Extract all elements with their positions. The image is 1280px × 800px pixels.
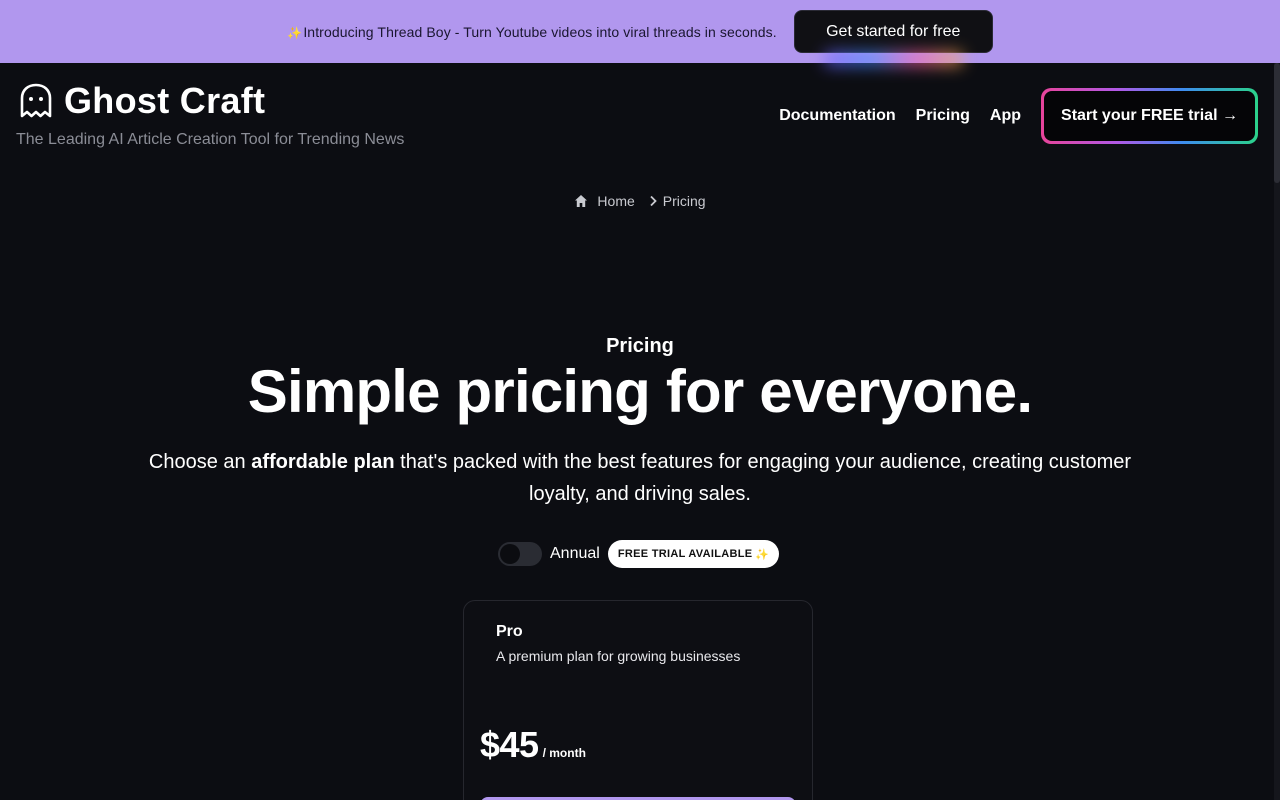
subtitle-post: that's packed with the best features for… (394, 451, 1132, 505)
page-subtitle: Choose an affordable plan that's packed … (140, 446, 1140, 510)
tagline: The Leading AI Article Creation Tool for… (16, 131, 405, 148)
annual-label: Annual (550, 545, 600, 562)
main-nav: Documentation Pricing App Start your FRE… (779, 88, 1258, 144)
home-icon (575, 195, 588, 207)
price-amount: $45 (480, 724, 539, 765)
ghost-icon (20, 83, 52, 118)
page-scrollbar[interactable] (1274, 63, 1280, 800)
sparkle-icon: ✨ (755, 548, 770, 561)
price-period: / month (542, 746, 586, 760)
nav-documentation[interactable]: Documentation (779, 107, 895, 125)
nav-pricing[interactable]: Pricing (916, 107, 970, 125)
chevron-right-icon (650, 195, 657, 207)
billing-toggle-row: Annual FREE TRIAL AVAILABLE ✨ (498, 540, 780, 568)
plan-name: Pro (496, 623, 523, 640)
free-trial-badge: FREE TRIAL AVAILABLE ✨ (607, 540, 780, 568)
start-free-trial-button[interactable]: Start your FREE trial → (1041, 88, 1258, 144)
toggle-knob (500, 544, 520, 564)
plan-description: A premium plan for growing businesses (496, 648, 741, 664)
announcement-banner: ✨Introducing Thread Boy - Turn Youtube v… (0, 0, 1280, 66)
start-free-trial-label: Start your FREE trial → (1044, 91, 1255, 141)
breadcrumb: Home Pricing (0, 193, 1280, 209)
subtitle-pre: Choose an (148, 451, 252, 473)
nav-app[interactable]: App (990, 107, 1021, 125)
logo-text: Ghost Craft (64, 80, 266, 121)
banner-message: Introducing Thread Boy - Turn Youtube vi… (303, 23, 777, 40)
get-started-label: Get started for free (826, 22, 961, 40)
breadcrumb-home[interactable]: Home (597, 193, 634, 209)
sparkle-icon: ✨ (287, 25, 303, 40)
banner-text: ✨Introducing Thread Boy - Turn Youtube v… (287, 24, 776, 40)
section-eyebrow: Pricing (606, 335, 674, 357)
logo[interactable]: Ghost Craft (18, 80, 265, 122)
page-title: Simple pricing for everyone. (247, 358, 1033, 425)
get-started-button[interactable]: Get started for free (793, 10, 993, 66)
free-trial-text: FREE TRIAL AVAILABLE (617, 548, 753, 560)
subtitle-emphasis: affordable plan (251, 451, 395, 473)
scrollbar-thumb[interactable] (1274, 63, 1280, 183)
button-glow (824, 52, 962, 66)
annual-toggle[interactable] (498, 542, 542, 566)
plan-price: $45 / month (480, 724, 586, 766)
pricing-card-pro: Pro A premium plan for growing businesse… (463, 600, 813, 800)
breadcrumb-current: Pricing (662, 193, 706, 209)
